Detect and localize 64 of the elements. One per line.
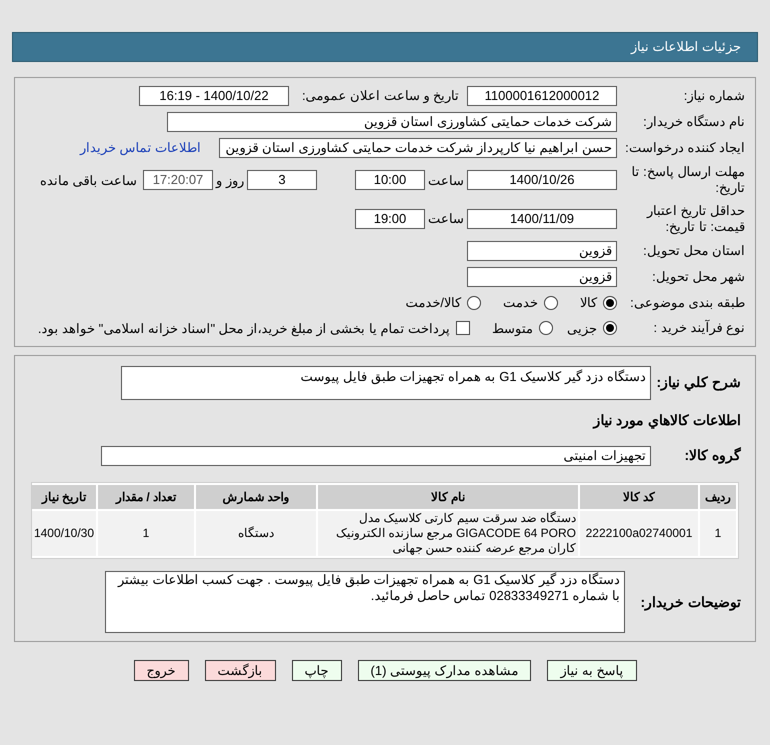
column-header: تاریخ نیاز bbox=[32, 485, 96, 509]
text-field[interactable]: 1400/10/26 bbox=[467, 170, 617, 190]
text-field[interactable]: 1400/10/22 - 16:19 bbox=[139, 86, 289, 106]
field-label: گروه کالا: bbox=[683, 446, 741, 466]
action-button[interactable]: بازگشت bbox=[204, 660, 276, 681]
contact-link[interactable]: اطلاعات تماس خریدار bbox=[80, 138, 201, 158]
field-text: خدمت bbox=[503, 294, 538, 312]
field-text: ساعت bbox=[427, 210, 465, 228]
action-button[interactable]: مشاهده مدارک پیوستی (1) bbox=[358, 660, 532, 681]
field-label: شرح کلي نياز: bbox=[656, 373, 741, 393]
field-text: پرداخت تمام یا بخشی از مبلغ خرید،از محل "اسناد خزانه اسلامی" خواهد بود. bbox=[38, 320, 450, 338]
field-text: روز و bbox=[214, 172, 245, 190]
table-cell: دستگاه bbox=[196, 511, 316, 556]
field-text: متوسط bbox=[492, 320, 533, 338]
text-field[interactable]: قزوین bbox=[467, 267, 617, 287]
text-field[interactable]: حسن ابراهیم نیا کارپرداز شرکت خدمات حمایتی کشاورزی استان قزوین bbox=[219, 138, 617, 158]
field-text: ساعت باقی مانده bbox=[40, 172, 137, 190]
text-field[interactable]: 17:20:07 bbox=[143, 170, 213, 190]
radio-button[interactable] bbox=[603, 296, 617, 310]
text-field[interactable]: 1100001612000012 bbox=[467, 86, 617, 106]
checkbox[interactable] bbox=[456, 321, 470, 336]
column-header: تعداد / مقدار bbox=[98, 485, 194, 509]
field-label: نوع فرآیند خرید : bbox=[652, 320, 745, 336]
column-header: نام کالا bbox=[318, 485, 578, 509]
radio-button[interactable] bbox=[539, 321, 553, 336]
field-text: کالا bbox=[580, 294, 597, 312]
field-label: ایجاد کننده درخواست: bbox=[624, 140, 745, 156]
field-label: توضیحات خریدار: bbox=[639, 592, 741, 612]
radio-button[interactable] bbox=[603, 321, 617, 336]
field-text: ساعت bbox=[427, 172, 465, 190]
column-header: کد کالا bbox=[580, 485, 698, 509]
action-button[interactable]: چاپ bbox=[292, 660, 342, 681]
text-field[interactable]: دستگاه دزد گیر کلاسیک G1 به همراه تجهیزات طبق فایل پیوست bbox=[121, 366, 651, 400]
field-label: مهلت ارسال پاسخ: تا تاریخ: bbox=[630, 164, 745, 196]
field-label: استان محل تحویل: bbox=[642, 242, 745, 260]
radio-button[interactable] bbox=[467, 296, 481, 310]
text-field[interactable]: 19:00 bbox=[355, 208, 425, 229]
radio-button[interactable] bbox=[544, 296, 558, 310]
text-field[interactable]: 1400/11/09 bbox=[467, 208, 617, 229]
text-field[interactable]: دستگاه دزد گیر کلاسیک G1 به همراه تجهیزات طبق فایل پیوست . جهت کسب اطلاعات بیشتر با شماره 02833349271 تماس حاصل فرمائید. bbox=[105, 571, 625, 633]
field-label: شهر محل تحویل: bbox=[651, 268, 745, 286]
column-header: ردیف bbox=[700, 485, 736, 509]
text-field[interactable]: 10:00 bbox=[355, 170, 425, 190]
text-field[interactable]: 3 bbox=[247, 170, 317, 190]
field-label: نام دستگاه خریدار: bbox=[642, 114, 745, 130]
action-button[interactable]: خروج bbox=[134, 660, 189, 681]
table-cell: 1 bbox=[700, 511, 736, 556]
field-label: طبقه بندی موضوعی: bbox=[629, 294, 745, 311]
text-field[interactable]: تجهیزات امنیتی bbox=[101, 446, 651, 466]
table-cell: 2222100a02740001 bbox=[580, 511, 698, 556]
action-button[interactable]: پاسخ به نیاز bbox=[547, 660, 636, 681]
field-label: حداقل تاریخ اعتبار قیمت: تا تاریخ: bbox=[646, 202, 745, 235]
field-text: جزیی bbox=[567, 320, 597, 338]
section-heading: اطلاعات کالاهاي مورد نياز bbox=[592, 411, 741, 431]
table-cell: 1400/10/30 bbox=[32, 511, 96, 556]
field-label: تاریخ و ساعت اعلان عمومی: bbox=[300, 88, 459, 104]
text-field[interactable]: شرکت خدمات حمایتی کشاورزی استان قزوین bbox=[167, 112, 617, 132]
table-cell: دستگاه ضد سرقت سیم کارتی کلاسیک مدل GIGACODE 64 PORO مرجع سازنده الکترونیک کاران مرجع عرضه کننده حسن جهانی bbox=[318, 511, 578, 556]
field-text: کالا/خدمت bbox=[405, 294, 461, 312]
field-label: شماره نیاز: bbox=[682, 88, 745, 104]
text-field[interactable]: قزوین bbox=[467, 241, 617, 261]
column-header: واحد شمارش bbox=[196, 485, 316, 509]
table-cell: 1 bbox=[98, 511, 194, 556]
header-bar: جزئیات اطلاعات نیاز bbox=[12, 32, 758, 62]
